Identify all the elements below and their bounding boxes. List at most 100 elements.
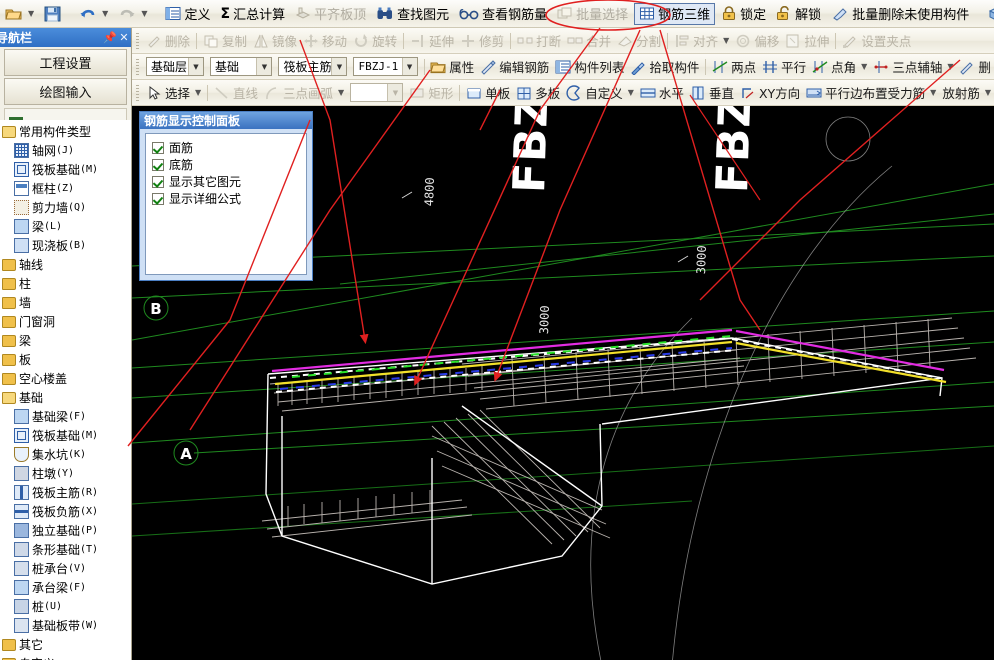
tree-item-columns[interactable]: 柱	[0, 274, 131, 293]
toolbar-grip[interactable]	[136, 58, 139, 75]
batch-delete-unused-button[interactable]: 批量删除未使用构件	[827, 3, 973, 25]
chevron-down-icon[interactable]: ▼	[256, 58, 272, 75]
tree-item-others[interactable]: 其它	[0, 635, 131, 654]
tree-item-raft-negative-rebar[interactable]: 筏板负筋 (X)	[0, 502, 131, 521]
rebar-3d-button[interactable]: 钢筋三维	[634, 2, 716, 25]
tree-item-strip-foundation[interactable]: 条形基础 (T)	[0, 540, 131, 559]
checkbox-show-other-elements[interactable]	[152, 175, 164, 188]
stretch-button[interactable]: 拉伸	[782, 31, 832, 51]
component-tree[interactable]: 常用构件类型 轴网 (J) 筏板基础 (M) 框柱 (Z) 剪力墙 (Q) 梁 (L) 现浇板 (B) 轴…	[0, 120, 131, 660]
tree-item-frame-column[interactable]: 框柱 (Z)	[0, 179, 131, 198]
summary-calc-button[interactable]: Σ 汇总计算	[216, 3, 289, 25]
rectangle-button[interactable]: 矩形	[406, 83, 456, 103]
tree-item-foundation-beam[interactable]: 基础梁 (F)	[0, 407, 131, 426]
chevron-down-icon[interactable]: ▼	[387, 84, 403, 101]
view-rebar-qty-button[interactable]: 查看钢筋量	[455, 3, 551, 25]
toolbar-grip[interactable]	[136, 84, 139, 101]
define-button[interactable]: 定义	[161, 3, 214, 25]
move-button[interactable]: 移动	[300, 31, 350, 51]
member-name-select[interactable]: FBZJ-1 ▼	[353, 57, 418, 76]
tree-item-axis-lines[interactable]: 轴线	[0, 255, 131, 274]
close-icon[interactable]: ✕	[117, 31, 131, 44]
split-button[interactable]: 分割	[614, 31, 664, 51]
tree-item-raft-foundation-common[interactable]: 筏板基础 (M)	[0, 160, 131, 179]
tree-item-custom-group[interactable]: 自定义	[0, 654, 131, 660]
copy-button[interactable]: 复制	[200, 31, 250, 51]
toolbar-grip[interactable]	[136, 32, 139, 49]
redo-button[interactable]: ▼	[114, 3, 151, 25]
tree-item-shear-wall[interactable]: 剪力墙 (Q)	[0, 198, 131, 217]
tree-item-cast-slab[interactable]: 现浇板 (B)	[0, 236, 131, 255]
chevron-down-icon[interactable]: ▼	[187, 58, 203, 75]
set-grip-button[interactable]: 设置夹点	[839, 31, 914, 51]
point-angle-button[interactable]: 点角 ▼	[809, 57, 870, 77]
project-settings-button[interactable]: 工程设置	[4, 49, 127, 76]
tree-item-hollow-floor[interactable]: 空心楼盖	[0, 369, 131, 388]
break-button[interactable]: 打断	[514, 31, 564, 51]
checkbox-top-rebar[interactable]	[152, 141, 164, 154]
multi-slab-button[interactable]: 多板	[513, 83, 563, 103]
save-file-button[interactable]	[40, 3, 65, 25]
parallel-edge-main-rebar-button[interactable]: 平行边布置受力筋 ▼	[803, 83, 939, 103]
tree-item-foundation-slab-band[interactable]: 基础板带 (W)	[0, 616, 131, 635]
undo-button[interactable]: ▼	[75, 3, 112, 25]
three-d-button[interactable]: 三维 ▼	[983, 3, 994, 25]
parallel-button[interactable]: 平行	[759, 57, 809, 77]
floor-select[interactable]: 基础层 ▼	[146, 57, 204, 76]
trim-button[interactable]: 修剪	[457, 31, 507, 51]
three-point-arc-button[interactable]: 三点画弧 ▼	[261, 83, 347, 103]
lock-button[interactable]: 锁定	[717, 3, 770, 25]
tree-item-common-types[interactable]: 常用构件类型	[0, 122, 131, 141]
merge-button[interactable]: 合并	[564, 31, 614, 51]
tree-item-slabs[interactable]: 板	[0, 350, 131, 369]
category-select[interactable]: 基础 ▼	[209, 57, 273, 76]
mirror-button[interactable]: 镜像	[250, 31, 300, 51]
rotate-button[interactable]: 旋转	[350, 31, 400, 51]
vertical-button[interactable]: 垂直	[687, 83, 737, 103]
tree-item-beam-common[interactable]: 梁 (L)	[0, 217, 131, 236]
offset-button[interactable]: 偏移	[732, 31, 782, 51]
custom-button[interactable]: 自定义 ▼	[563, 83, 637, 103]
tree-item-door-window-opening[interactable]: 门窗洞	[0, 312, 131, 331]
checkbox-show-detail-formula[interactable]	[152, 192, 164, 205]
batch-select-button[interactable]: 批量选择	[553, 3, 632, 25]
tree-item-walls[interactable]: 墙	[0, 293, 131, 312]
align-button[interactable]: 对齐 ▼	[671, 31, 732, 51]
edit-rebar-button[interactable]: 编辑钢筋	[477, 57, 552, 77]
drawing-input-button[interactable]: 绘图输入	[4, 78, 127, 105]
open-file-button[interactable]: ▼	[1, 3, 38, 25]
tree-item-beams[interactable]: 梁	[0, 331, 131, 350]
xy-direction-button[interactable]: XY方向	[737, 83, 803, 103]
chevron-down-icon[interactable]: ▼	[401, 58, 417, 75]
tree-item-pile-cap[interactable]: 桩承台 (V)	[0, 559, 131, 578]
option-row-bottom-rebar[interactable]: 底筋	[152, 156, 306, 173]
draw-mode-select[interactable]: ▼	[350, 83, 404, 102]
line-button[interactable]: 直线	[211, 83, 261, 103]
flush-slab-top-button[interactable]: 平齐板顶	[291, 3, 370, 25]
radial-rebar-button[interactable]: 放射筋 ▼	[939, 83, 994, 103]
option-row-top-rebar[interactable]: 面筋	[152, 139, 306, 156]
two-point-button[interactable]: 两点	[709, 57, 759, 77]
tree-item-foundation[interactable]: 基础	[0, 388, 131, 407]
checkbox-bottom-rebar[interactable]	[152, 158, 164, 171]
select-button[interactable]: 选择 ▼	[143, 83, 204, 103]
tree-item-pile[interactable]: 桩 (U)	[0, 597, 131, 616]
horizontal-button[interactable]: 水平	[637, 83, 687, 103]
member-type-select[interactable]: 筏板主筋 ▼	[278, 57, 348, 76]
unlock-button[interactable]: 解锁	[772, 3, 825, 25]
pick-component-button[interactable]: 拾取构件	[627, 57, 702, 77]
option-row-show-other-elements[interactable]: 显示其它图元	[152, 173, 306, 190]
chevron-down-icon[interactable]: ▼	[331, 58, 347, 75]
three-point-aux-axis-button[interactable]: 三点辅轴 ▼	[870, 57, 956, 77]
delete-aux-button[interactable]: 删	[956, 57, 994, 77]
extend-button[interactable]: 延伸	[407, 31, 457, 51]
tree-item-cap-beam[interactable]: 承台梁 (F)	[0, 578, 131, 597]
component-list-button[interactable]: 构件列表	[552, 57, 627, 77]
find-element-button[interactable]: 查找图元	[372, 3, 453, 25]
tree-item-raft-foundation[interactable]: 筏板基础 (M)	[0, 426, 131, 445]
tree-item-axis-net[interactable]: 轴网 (J)	[0, 141, 131, 160]
tree-item-column-pier[interactable]: 柱墩 (Y)	[0, 464, 131, 483]
properties-button[interactable]: 属性	[427, 57, 477, 77]
delete-button[interactable]: 删除	[143, 31, 193, 51]
tree-item-raft-main-rebar[interactable]: 筏板主筋 (R)	[0, 483, 131, 502]
